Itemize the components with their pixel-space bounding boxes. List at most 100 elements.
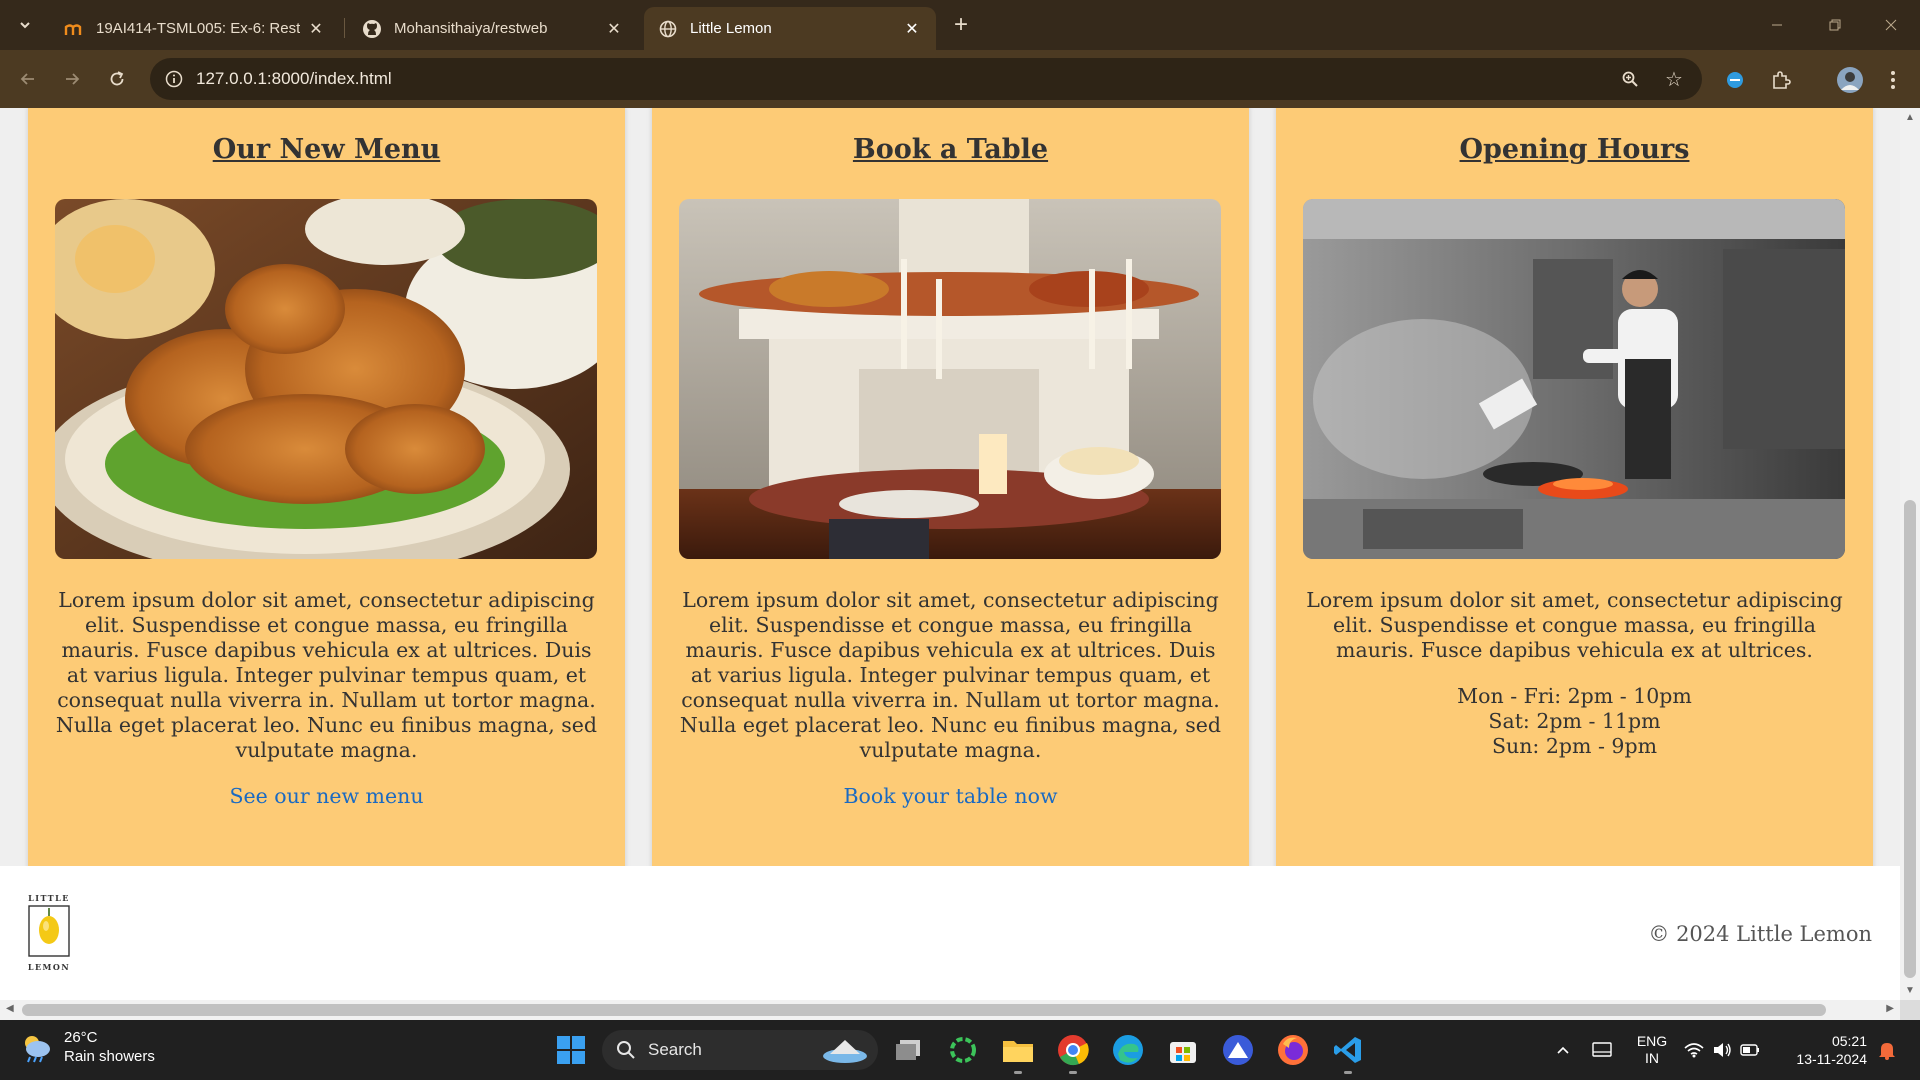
site-info-icon[interactable] [162, 67, 186, 91]
close-icon[interactable]: ✕ [902, 19, 922, 39]
card-heading: Our New Menu [212, 134, 441, 165]
book-table-link[interactable]: Book your table now [652, 784, 1249, 808]
close-icon [1885, 19, 1897, 31]
volume-icon [1714, 1043, 1731, 1057]
forward-button[interactable] [56, 63, 88, 95]
taskbar-clock[interactable]: 05:21 13-11-2024 [1796, 1032, 1867, 1068]
github-icon [362, 19, 382, 39]
taskbar-store[interactable] [1165, 1032, 1201, 1068]
scroll-down-arrow-icon[interactable]: ▼ [1905, 985, 1915, 996]
tab-divider [344, 18, 345, 38]
taskbar-search-box[interactable]: Search [602, 1030, 878, 1070]
taskbar-chrome[interactable] [1055, 1032, 1091, 1074]
extension-shield-icon[interactable] [1722, 67, 1748, 93]
green-ring-app-icon [950, 1037, 976, 1063]
weather-widget[interactable]: 26°C Rain showers [18, 1028, 155, 1066]
tab-title: Little Lemon [690, 20, 772, 37]
page-viewport: Our New Menu Lorem ipsum dolor sit amet,… [0, 108, 1900, 1000]
show-hidden-icons[interactable] [1548, 1020, 1578, 1080]
horizontal-scrollbar[interactable]: ◀ ▶ [0, 1000, 1900, 1020]
hours-weekdays: Mon - Fri: 2pm - 10pm [1457, 684, 1692, 708]
vertical-scrollbar[interactable]: ▲ ▼ [1900, 108, 1920, 1000]
fried-chicken-image [55, 199, 597, 559]
bookmark-star-icon[interactable]: ☆ [1662, 67, 1686, 91]
book-table-card: Book a Table Lorem ipsum dolor sit amet,… [652, 108, 1249, 946]
taskbar-firefox[interactable] [1275, 1032, 1311, 1068]
running-indicator [1344, 1071, 1352, 1074]
restore-icon [1829, 19, 1841, 31]
chevron-up-icon [1557, 1046, 1569, 1054]
taskbar-vscode[interactable] [1330, 1032, 1366, 1074]
taskbar-app-triangle[interactable] [1220, 1032, 1256, 1068]
vertical-scroll-thumb[interactable] [1904, 500, 1916, 978]
weather-temperature: 26°C [64, 1029, 98, 1046]
search-icon [617, 1041, 635, 1059]
weather-description: Rain showers [64, 1048, 155, 1065]
minimize-button[interactable] [1748, 0, 1806, 50]
tray-display-button[interactable] [1587, 1020, 1617, 1080]
back-button[interactable] [12, 63, 44, 95]
wifi-icon [1684, 1043, 1704, 1058]
menu-card: Our New Menu Lorem ipsum dolor sit amet,… [28, 108, 625, 946]
windows-logo-icon [557, 1036, 585, 1064]
chef-kitchen-image [1303, 199, 1845, 559]
scrollbar-corner [1900, 1000, 1920, 1020]
globe-icon [658, 19, 678, 39]
see-menu-link[interactable]: See our new menu [28, 784, 625, 808]
language-code: ENG [1636, 1033, 1668, 1049]
hours-saturday: Sat: 2pm - 11pm [1488, 709, 1661, 733]
moodle-icon [64, 19, 84, 39]
system-tray-status[interactable] [1682, 1020, 1762, 1080]
browser-tab-bar: 19AI414-TSML005: Ex-6: Restau ✕ Mohansit… [0, 0, 1920, 50]
opening-hours-list: Mon - Fri: 2pm - 10pm Sat: 2pm - 11pm Su… [1276, 684, 1873, 759]
scroll-left-arrow-icon[interactable]: ◀ [6, 1003, 14, 1014]
horizontal-scroll-thumb[interactable] [22, 1004, 1826, 1016]
task-view-button[interactable] [890, 1032, 926, 1068]
tab-search-button[interactable] [10, 11, 40, 39]
battery-icon [1740, 1044, 1759, 1056]
card-heading: Book a Table [852, 134, 1049, 165]
card-heading: Opening Hours [1459, 134, 1690, 165]
page-footer: LITTLE LEMON © 2024 Little Lemon [0, 866, 1900, 1000]
firefox-icon [1278, 1035, 1308, 1065]
taskbar-app-ring[interactable] [945, 1032, 981, 1068]
tab-moodle[interactable]: 19AI414-TSML005: Ex-6: Restau ✕ [50, 7, 340, 50]
chevron-down-icon [20, 22, 30, 29]
reload-icon [110, 71, 124, 86]
svg-text:LITTLE: LITTLE [28, 893, 70, 903]
restore-button[interactable] [1806, 0, 1864, 50]
close-icon[interactable]: ✕ [604, 19, 624, 39]
start-button[interactable] [553, 1032, 589, 1068]
clock-date: 13-11-2024 [1796, 1051, 1867, 1067]
extensions-puzzle-icon[interactable] [1768, 67, 1794, 93]
search-highlight-icon [823, 1040, 867, 1063]
taskbar-edge[interactable] [1110, 1032, 1146, 1068]
display-icon [1592, 1042, 1612, 1057]
card-description: Lorem ipsum dolor sit amet, consectetur … [55, 588, 598, 762]
close-window-button[interactable] [1862, 0, 1920, 50]
reload-button[interactable] [101, 63, 133, 95]
running-indicator [1069, 1071, 1077, 1074]
taskbar-file-explorer[interactable] [1000, 1032, 1036, 1074]
chrome-icon [1058, 1035, 1089, 1066]
little-lemon-logo[interactable]: LITTLE LEMON [27, 892, 71, 972]
url-text[interactable]: 127.0.0.1:8000/index.html [196, 69, 392, 89]
profile-avatar[interactable] [1834, 64, 1866, 96]
close-icon[interactable]: ✕ [306, 19, 326, 39]
scroll-up-arrow-icon[interactable]: ▲ [1905, 112, 1915, 123]
opening-hours-card: Opening Hours Lorem ipsum dolor sit amet… [1276, 108, 1873, 946]
tab-little-lemon[interactable]: Little Lemon ✕ [644, 7, 936, 50]
address-bar[interactable]: 127.0.0.1:8000/index.html ☆ [150, 58, 1702, 100]
more-menu-icon[interactable] [1880, 67, 1906, 93]
tab-title: Mohansithaiya/restweb [394, 20, 548, 37]
tab-github[interactable]: Mohansithaiya/restweb ✕ [348, 7, 638, 50]
notification-button[interactable] [1872, 1020, 1902, 1080]
rain-cloud-icon [25, 1036, 50, 1063]
browser-toolbar: 127.0.0.1:8000/index.html ☆ [0, 50, 1920, 108]
new-tab-button[interactable]: + [946, 10, 976, 40]
language-indicator[interactable]: ENG IN [1630, 1020, 1674, 1080]
folder-icon [1003, 1041, 1033, 1062]
zoom-icon[interactable] [1618, 67, 1642, 91]
arrow-right-icon [66, 73, 80, 85]
scroll-right-arrow-icon[interactable]: ▶ [1886, 1003, 1894, 1014]
